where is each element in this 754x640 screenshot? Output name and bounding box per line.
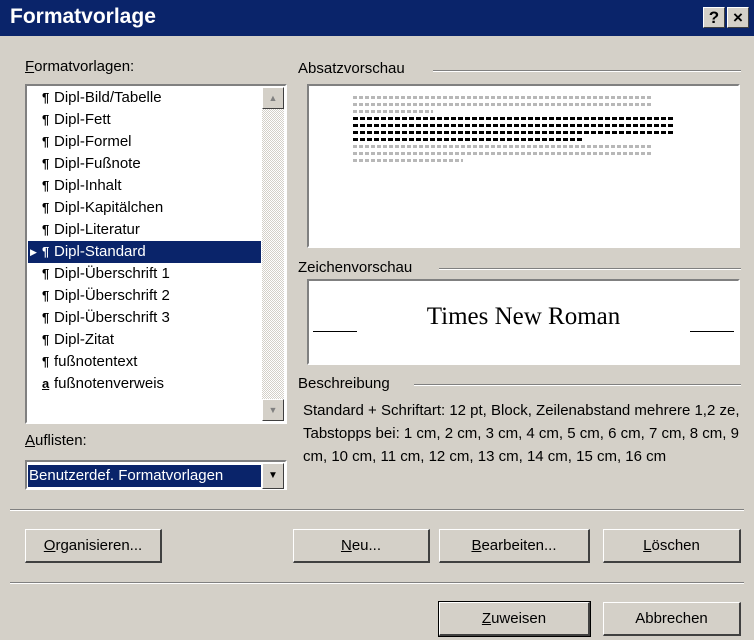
preview-text-line xyxy=(353,117,673,120)
button-separator-1 xyxy=(10,509,744,511)
paragraph-style-icon: ¶ xyxy=(42,332,50,347)
paragraph-style-icon: ¶ xyxy=(42,112,50,127)
list-filter-label: Auflisten: xyxy=(25,432,87,449)
style-list-item[interactable]: ¶ Dipl-Kapitälchen xyxy=(28,197,261,219)
style-list-item-label: Dipl-Überschrift 3 xyxy=(54,309,170,326)
style-list-item-label: Dipl-Überschrift 1 xyxy=(54,265,170,282)
style-list-item-label: Dipl-Kapitälchen xyxy=(54,199,164,216)
style-list-item-label: Dipl-Fett xyxy=(54,111,111,128)
list-filter-value: Benutzerdef. Formatvorlagen xyxy=(28,465,261,487)
paragraph-style-icon: ¶ xyxy=(42,178,50,193)
paragraph-preview-divider xyxy=(433,70,741,72)
style-list-item[interactable]: ¶ Dipl-Fett xyxy=(28,109,261,131)
style-list-item-label: Dipl-Überschrift 2 xyxy=(54,287,170,304)
style-list-item-label: Dipl-Standard xyxy=(54,243,146,260)
style-list-item-label: fußnotenverweis xyxy=(54,375,165,392)
style-list-item[interactable]: ¶ fußnotentext xyxy=(28,351,261,373)
paragraph-style-icon: ¶ xyxy=(42,310,50,325)
window-title: Formatvorlage xyxy=(10,5,156,28)
scroll-up-button[interactable]: ▲ xyxy=(262,87,284,109)
character-style-icon: a xyxy=(42,376,50,391)
scroll-down-button[interactable]: ▼ xyxy=(262,399,284,421)
edit-button[interactable]: Bearbeiten... xyxy=(439,529,590,563)
preview-rule-left xyxy=(313,331,357,332)
style-list-item[interactable]: ¶ Dipl-Inhalt xyxy=(28,175,261,197)
scroll-down-icon: ▼ xyxy=(268,405,278,415)
preview-rule-right xyxy=(690,331,734,332)
selected-arrow-icon: ▶ xyxy=(30,247,37,257)
character-preview-sample: Times New Roman xyxy=(426,303,621,330)
styles-label: Formatvorlagen: xyxy=(25,58,135,75)
style-list-item-label: Dipl-Inhalt xyxy=(54,177,122,194)
preview-text-line xyxy=(353,138,583,141)
delete-button[interactable]: Löschen xyxy=(603,529,741,563)
chevron-down-icon: ▼ xyxy=(268,470,278,481)
styles-scrollbar[interactable]: ▲ ▼ xyxy=(262,87,284,421)
description-divider xyxy=(414,384,741,386)
apply-button[interactable]: Zuweisen xyxy=(438,601,591,637)
style-list-item-label: Dipl-Literatur xyxy=(54,221,140,238)
new-button[interactable]: Neu... xyxy=(293,529,430,563)
style-list-item-label: Dipl-Formel xyxy=(54,133,132,150)
paragraph-style-icon: ¶ xyxy=(42,134,50,149)
button-separator-2 xyxy=(10,582,744,584)
style-list-item[interactable]: a fußnotenverweis xyxy=(28,373,261,395)
paragraph-style-icon: ¶ xyxy=(42,222,50,237)
paragraph-style-icon: ¶ xyxy=(42,288,50,303)
style-list-item-label: Dipl-Bild/Tabelle xyxy=(54,89,162,106)
character-preview-label: Zeichenvorschau xyxy=(298,259,413,276)
description-label: Beschreibung xyxy=(298,375,390,392)
help-button[interactable]: ? xyxy=(703,7,725,28)
style-list-item[interactable]: ¶ Dipl-Überschrift 3 xyxy=(28,307,261,329)
style-list-item-label: Dipl-Zitat xyxy=(54,331,115,348)
preview-text-line xyxy=(353,96,653,99)
style-list-item-label: fußnotentext xyxy=(54,353,138,370)
paragraph-style-icon: ¶ xyxy=(42,244,50,259)
list-filter-dropdown-button[interactable]: ▼ xyxy=(262,463,284,489)
style-list-item[interactable]: ¶ Dipl-Überschrift 2 xyxy=(28,285,261,307)
style-list-item[interactable]: ¶ Dipl-Zitat xyxy=(28,329,261,351)
preview-text-line xyxy=(353,131,673,134)
paragraph-style-icon: ¶ xyxy=(42,354,50,369)
preview-text-line xyxy=(353,124,673,127)
character-preview: Times New Roman xyxy=(307,279,740,365)
preview-text-line xyxy=(353,159,463,162)
preview-text-line xyxy=(353,145,653,148)
organize-button[interactable]: Organisieren... xyxy=(25,529,162,563)
preview-text-line xyxy=(353,152,653,155)
scroll-up-icon: ▲ xyxy=(268,93,278,103)
close-icon: × xyxy=(733,8,743,27)
character-preview-divider xyxy=(439,268,741,270)
styles-listbox[interactable]: ¶ Dipl-Bild/Tabelle ¶ Dipl-Fett ¶ Dipl-Formel… xyxy=(25,84,287,424)
description-text: Standard + Schriftart: 12 pt, Block, Zei… xyxy=(303,402,740,465)
paragraph-style-icon: ¶ xyxy=(42,156,50,171)
list-filter-select[interactable]: Benutzerdef. Formatvorlagen ▼ xyxy=(25,460,287,490)
style-list-item[interactable]: ¶ Dipl-Fußnote xyxy=(28,153,261,175)
preview-text-line xyxy=(353,103,653,106)
paragraph-preview-label: Absatzvorschau xyxy=(298,60,405,77)
cancel-button[interactable]: Abbrechen xyxy=(603,602,741,636)
style-list-item[interactable]: ¶ Dipl-Literatur xyxy=(28,219,261,241)
style-list-item-label: Dipl-Fußnote xyxy=(54,155,141,172)
paragraph-style-icon: ¶ xyxy=(42,200,50,215)
paragraph-style-icon: ¶ xyxy=(42,266,50,281)
paragraph-style-icon: ¶ xyxy=(42,90,50,105)
style-list-item[interactable]: ¶ Dipl-Formel xyxy=(28,131,261,153)
preview-text-line xyxy=(353,110,433,113)
paragraph-preview xyxy=(307,84,740,248)
style-list-item[interactable]: ¶ Dipl-Bild/Tabelle xyxy=(28,87,261,109)
style-list-item[interactable]: ▶ ¶ Dipl-Standard xyxy=(28,241,261,263)
styles-list: ¶ Dipl-Bild/Tabelle ¶ Dipl-Fett ¶ Dipl-Formel… xyxy=(28,87,261,421)
style-list-item[interactable]: ¶ Dipl-Überschrift 1 xyxy=(28,263,261,285)
close-button[interactable]: × xyxy=(727,7,749,28)
